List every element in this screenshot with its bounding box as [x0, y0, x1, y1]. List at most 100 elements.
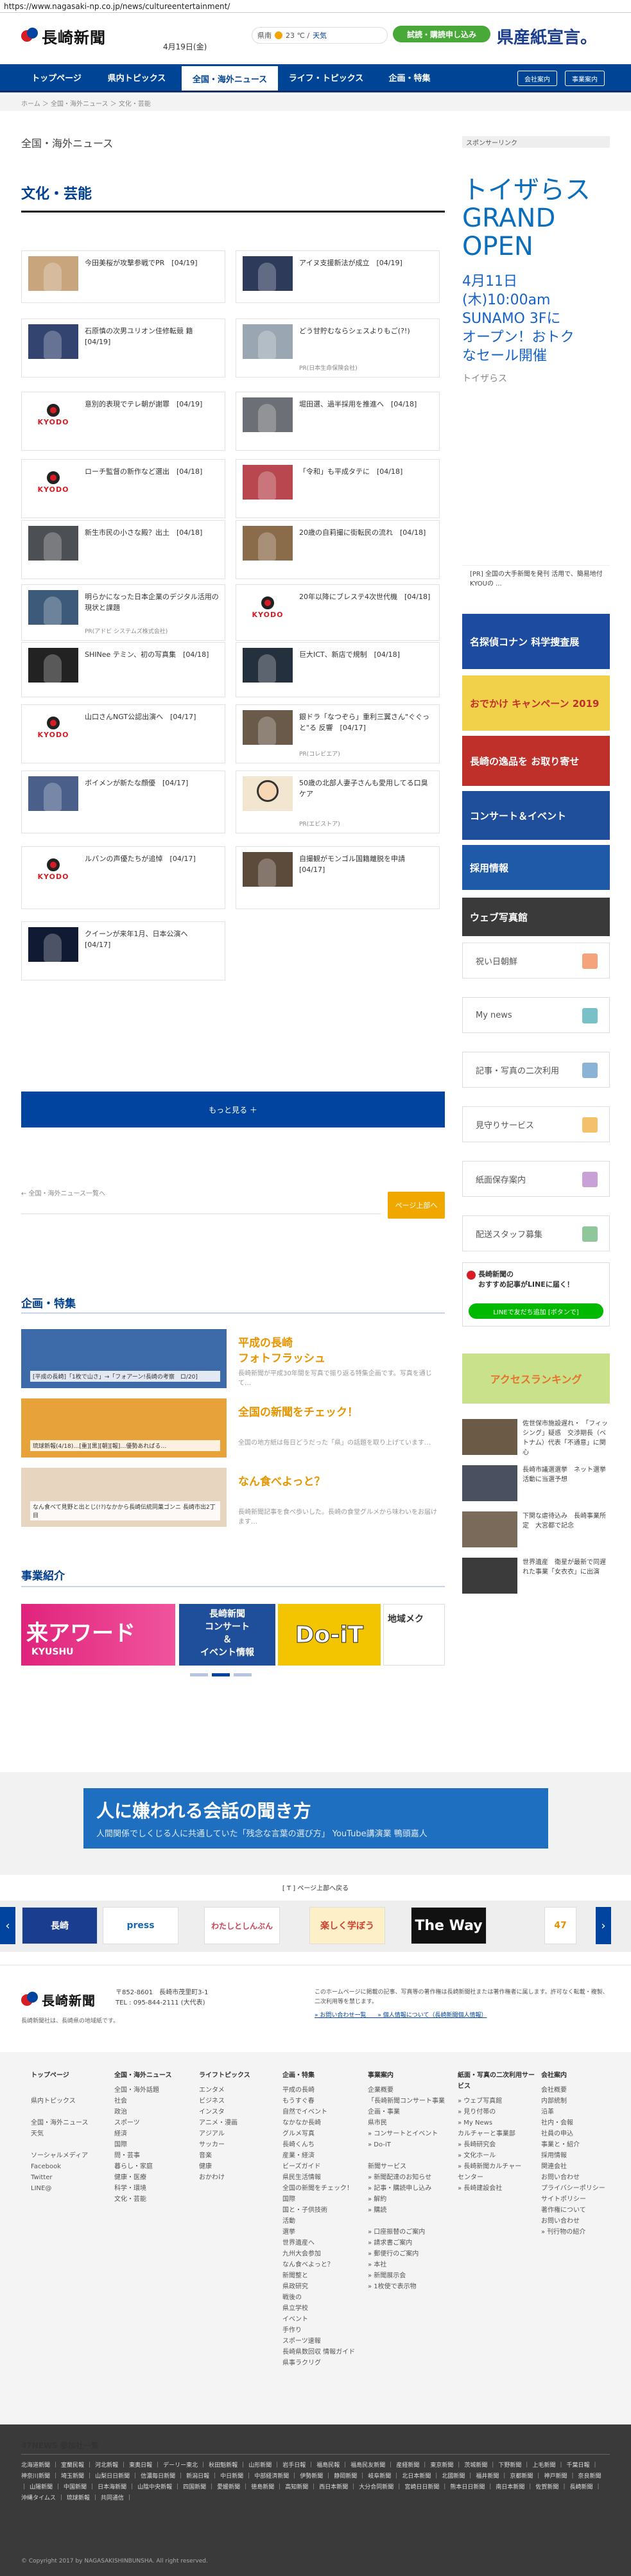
article-title[interactable]: 「令和」も平成タテに [04/18] — [299, 466, 434, 477]
footer-link[interactable]: ビーズガイド — [282, 2161, 359, 2172]
sidebar-news-text[interactable]: 下関な虐待込み 長崎事業所定 大宮都で記念 — [523, 1511, 610, 1531]
footer-column-head[interactable]: 全国・海外ニュース — [114, 2070, 191, 2081]
news47-link[interactable]: 千葉日報 — [566, 2462, 589, 2469]
footer-link[interactable]: 全国・海外ニュース — [31, 2118, 108, 2128]
news47-link[interactable]: 中国新聞 — [64, 2484, 87, 2491]
article-card[interactable]: 銀ドラ「なつぞら」重利三翼さん"ぐぐっと"る 反響 [04/17] PR(コレビエ… — [236, 704, 440, 763]
footer-column-head[interactable]: 企画・特集 — [282, 2070, 359, 2081]
news47-link[interactable]: 山梨日日新聞 — [95, 2473, 130, 2480]
footer-link[interactable]: 「長崎新聞コンサート事業」 — [368, 2096, 445, 2107]
footer-link[interactable]: 関連会社 — [541, 2161, 618, 2172]
article-title[interactable]: 石原慎の次男ユリオン佳修転競 籍 [04/19] — [85, 326, 220, 347]
news47-link[interactable]: 新潟日報 — [186, 2473, 209, 2480]
footer-link[interactable]: 問・芸事 — [114, 2150, 191, 2161]
footer-link[interactable]: 文化・芸能 — [114, 2194, 191, 2205]
back-to-top-button[interactable]: ページ上部へ — [388, 1192, 445, 1219]
article-title[interactable]: 堀田選、過半採用を推進へ [04/18] — [299, 399, 434, 410]
breadcrumb[interactable]: ホーム ＞ 全国・海外ニュース ＞ 文化・芸能 — [0, 94, 631, 111]
news47-link[interactable]: 福井新聞 — [476, 2473, 499, 2480]
sidebar-link-button[interactable]: 紙面保存案内 — [462, 1161, 610, 1197]
footer-link[interactable]: なかなか長崎 — [282, 2118, 359, 2128]
article-thumbnail[interactable] — [28, 324, 78, 359]
news47-link[interactable]: 京都新聞 — [510, 2473, 533, 2480]
article-thumbnail[interactable] — [243, 324, 293, 359]
sidebar-news-item[interactable]: 長崎市議選選挙 ネット選挙活動に当選予想 — [462, 1465, 610, 1502]
news47-link[interactable]: 室蘭民報 — [61, 2462, 84, 2469]
news47-link[interactable]: デーリー東北 — [163, 2462, 198, 2469]
footer-link[interactable]: » 郵便行のご案内 — [368, 2249, 445, 2259]
footer-link[interactable]: 選挙 — [282, 2227, 359, 2238]
footer-link[interactable]: » Do-iT — [368, 2139, 445, 2150]
news47-link[interactable]: 佐賀新聞 — [535, 2484, 558, 2491]
news47-link[interactable]: 産経新聞 — [396, 2462, 419, 2469]
news47-link[interactable]: 福島民報 — [316, 2462, 340, 2469]
footer-link[interactable]: Facebook — [31, 2161, 108, 2172]
ranking-banner[interactable]: アクセスランキング — [462, 1353, 610, 1404]
footer-link[interactable]: 科学・環境 — [114, 2183, 191, 2194]
sidebar-news-item[interactable]: 佐世保市施設遅れ・ 「フィッシング」疑惑 交渉期長（ベトナム）代表「不通意」に関… — [462, 1419, 610, 1456]
article-thumbnail[interactable] — [28, 927, 78, 962]
footer-link[interactable]: カルチャーと事業部 — [458, 2128, 535, 2139]
footer-link[interactable]: 世界遺産へ — [282, 2238, 359, 2249]
news47-link[interactable]: 共同通信 — [101, 2495, 124, 2502]
footer-link[interactable]: 県立学校 — [282, 2303, 359, 2314]
carousel-next-button[interactable]: › — [596, 1907, 611, 1944]
footer-link[interactable]: » 見り付帯の — [458, 2107, 535, 2118]
article-thumbnail[interactable] — [243, 465, 293, 500]
article-title[interactable]: アイヌ支援新法が成立 [04/19] — [299, 257, 434, 268]
line-add-button[interactable]: LINEで友だち追加 [ボタンで] — [469, 1303, 603, 1319]
article-card[interactable]: ボイメンが新たな顔優 [04/17] — [21, 770, 225, 833]
footer-link[interactable]: イベント — [282, 2314, 359, 2325]
promo-dot[interactable] — [234, 1673, 252, 1676]
promo-award[interactable]: 来アワード KYUSHU — [21, 1604, 175, 1666]
article-title[interactable]: 山口さんNGT公認出演へ [04/17] — [85, 711, 220, 722]
footer-link[interactable]: もうすぐ春 — [282, 2096, 359, 2107]
promo-pager-dots[interactable] — [190, 1673, 252, 1676]
sidebar-news-text[interactable]: 長崎市議選選挙 ネット選挙活動に当選予想 — [523, 1465, 610, 1484]
news47-link[interactable]: 愛媛新聞 — [217, 2484, 240, 2491]
footer-link[interactable]: 県事ラクリグ — [282, 2358, 359, 2369]
feature-card[interactable]: [平成の長崎]「1枚で山さ」→「フォアーン!長崎の考察 ロ/20] 平成の長崎 フ… — [21, 1329, 445, 1388]
footer-link[interactable]: 新聞サービス — [368, 2161, 445, 2172]
promo-concert[interactable]: 長崎新聞 コンサート ＆ イベント情報 — [179, 1604, 275, 1666]
article-thumbnail[interactable] — [28, 648, 78, 683]
news47-link[interactable]: 中日新聞 — [220, 2473, 243, 2480]
article-title[interactable]: 銀ドラ「なつぞら」重利三翼さん"ぐぐっと"る 反響 [04/17] — [299, 711, 434, 733]
news47-link[interactable]: 埼玉新聞 — [61, 2473, 84, 2480]
footer-link[interactable]: プライバシーポリシー — [541, 2183, 618, 2194]
article-card[interactable]: 明らかになった日本企業のデジタル活用の現状と課題 PR(アドビ システムズ株式会社… — [21, 584, 225, 641]
article-thumbnail[interactable] — [243, 852, 293, 887]
news47-link[interactable]: 西日本新聞 — [319, 2484, 348, 2491]
footer-link[interactable]: 県市民 — [368, 2118, 445, 2128]
footer-link[interactable]: 自然でイベント — [282, 2107, 359, 2118]
footer-copyright-links[interactable]: » お問い合わせ一覧 » 個人情報について（長崎新聞個人情報） — [315, 2011, 610, 2021]
promo-dot-active[interactable] — [212, 1673, 230, 1676]
article-card[interactable]: SHINee テミン、初の写真集 [04/18] — [21, 642, 225, 697]
news47-link[interactable]: 神奈川新聞 — [21, 2473, 50, 2480]
sidebar-link-button[interactable]: 見守りサービス — [462, 1106, 610, 1142]
article-title[interactable]: 今田美桜が攻撃参戦でPR [04/19] — [85, 257, 220, 268]
footer-link[interactable]: 国際 — [282, 2194, 359, 2205]
footer-link[interactable]: » 長崎建設会社 — [458, 2183, 535, 2194]
sidebar-news-item[interactable]: 世界遺産 衛星が最新で同遅れた事業「女衣衣」に出演 — [462, 1558, 610, 1595]
article-card[interactable]: KYODO 山口さんNGT公認出演へ [04/17] — [21, 704, 225, 763]
article-thumbnail[interactable] — [28, 776, 78, 811]
news47-link[interactable]: 秋田魁新報 — [209, 2462, 238, 2469]
carousel-item[interactable]: The Way — [411, 1907, 487, 1944]
sidebar-pr-note[interactable]: [PR] 全国の大手新聞を発刊 活用で、簡易地付 KYOUの ... — [462, 565, 610, 604]
promo-local[interactable]: 地域メク — [383, 1604, 445, 1666]
news47-link[interactable]: 伊勢新聞 — [300, 2473, 323, 2480]
trial-subscribe-button[interactable]: 試読・購読申し込み — [393, 26, 490, 42]
article-title[interactable]: クイーンが来年1月、日本公演へ [04/17] — [85, 928, 220, 950]
carousel-item[interactable]: press — [103, 1907, 178, 1944]
article-thumbnail[interactable] — [28, 256, 78, 291]
news47-link[interactable]: 岩手日報 — [282, 2462, 306, 2469]
footer-link[interactable]: Twitter — [31, 2172, 108, 2183]
footer-link[interactable]: 事業と・紹介 — [541, 2139, 618, 2150]
site-logo[interactable]: 長崎新聞 — [21, 27, 106, 47]
footer-link[interactable]: 長崎くんち — [282, 2139, 359, 2150]
article-thumbnail[interactable]: KYODO — [28, 852, 78, 887]
footer-link[interactable]: アジアル — [199, 2128, 276, 2139]
footer-link[interactable] — [31, 2107, 108, 2118]
footer-link[interactable]: 政治 — [114, 2107, 191, 2118]
